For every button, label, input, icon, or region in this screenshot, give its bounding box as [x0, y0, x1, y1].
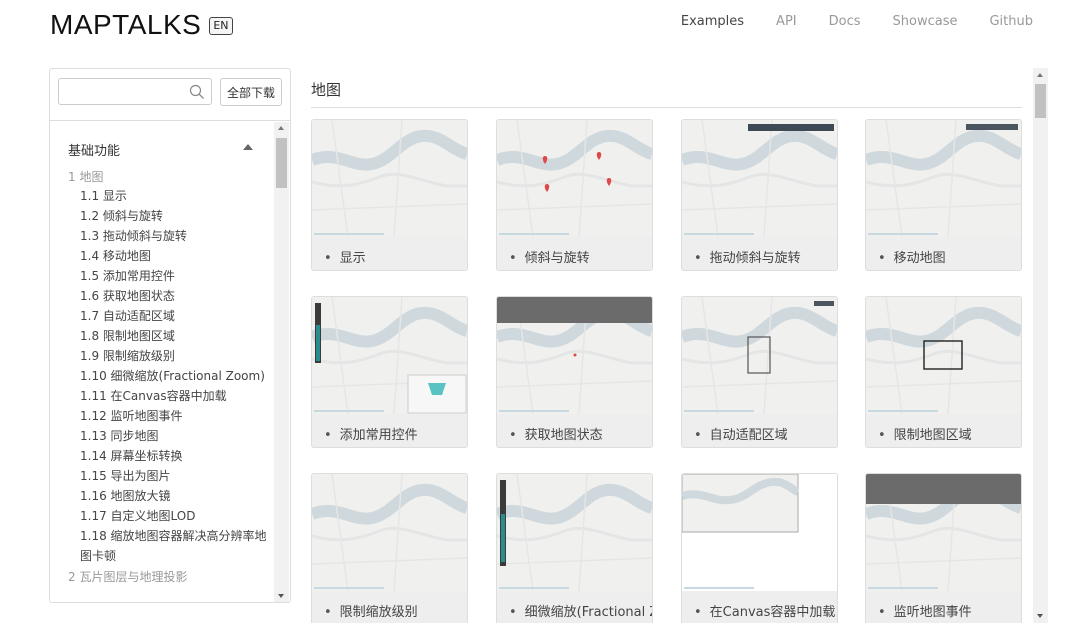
example-label[interactable]: 移动地图: [878, 247, 946, 266]
nav-docs[interactable]: Docs: [829, 14, 861, 30]
example-thumbnail[interactable]: [866, 474, 1021, 591]
map-attribution: [684, 233, 754, 235]
map-attribution: [499, 233, 569, 235]
sidebar-item[interactable]: 1.12 监听地图事件: [80, 406, 270, 426]
example-label[interactable]: 在Canvas容器中加载: [694, 601, 836, 620]
example-label[interactable]: 限制地图区域: [878, 424, 972, 443]
nav-examples[interactable]: Examples: [681, 14, 744, 30]
category-map[interactable]: 1 地图: [68, 168, 103, 185]
example-thumbnail[interactable]: [866, 120, 1021, 237]
search-input[interactable]: [59, 79, 179, 104]
example-card[interactable]: 获取地图状态: [496, 296, 653, 448]
nav-github[interactable]: Github: [989, 14, 1033, 30]
sidebar-item[interactable]: 1.7 自动适配区域: [80, 306, 270, 326]
category-tile-layers[interactable]: 2 瓦片图层与地理投影: [68, 568, 187, 585]
main-scrollbar[interactable]: [1033, 68, 1048, 623]
search-icon[interactable]: [189, 84, 205, 100]
sidebar-scrollbar[interactable]: [274, 122, 289, 602]
map-attribution: [499, 587, 569, 589]
language-toggle[interactable]: EN: [209, 17, 233, 35]
example-label[interactable]: 细微缩放(Fractional Zoom): [509, 601, 652, 620]
scroll-down-icon[interactable]: [278, 594, 284, 598]
example-thumbnail[interactable]: [312, 474, 467, 591]
sidebar-item[interactable]: 1.16 地图放大镜: [80, 486, 270, 506]
example-thumbnail[interactable]: [682, 474, 837, 591]
example-card[interactable]: 限制缩放级别: [311, 473, 468, 623]
map-attribution: [314, 233, 384, 235]
example-card[interactable]: 在Canvas容器中加载: [681, 473, 838, 623]
map-attribution: [868, 233, 938, 235]
sidebar-item[interactable]: 1.10 细微缩放(Fractional Zoom): [80, 366, 270, 386]
example-card[interactable]: 细微缩放(Fractional Zoom): [496, 473, 653, 623]
collapse-icon[interactable]: [243, 144, 253, 150]
example-thumbnail[interactable]: [312, 297, 467, 414]
section-title[interactable]: 基础功能: [68, 140, 120, 159]
sidebar-list: 基础功能 1 地图 1.1 显示 1.2 倾斜与旋转 1.3 拖动倾斜与旋转 1.4 …: [50, 122, 272, 602]
example-card[interactable]: 自动适配区域: [681, 296, 838, 448]
logo[interactable]: MAPTALKS EN: [50, 8, 233, 42]
sidebar-item[interactable]: 1.11 在Canvas容器中加载: [80, 386, 270, 406]
example-thumbnail[interactable]: [682, 120, 837, 237]
example-card[interactable]: 移动地图: [865, 119, 1022, 271]
scroll-down-icon[interactable]: [1037, 614, 1043, 618]
page-title: 地图: [311, 81, 342, 99]
sidebar-item[interactable]: 1.15 导出为图片: [80, 466, 270, 486]
download-all-button[interactable]: 全部下载: [220, 78, 282, 106]
example-label[interactable]: 获取地图状态: [509, 424, 603, 443]
nav-api[interactable]: API: [776, 14, 797, 30]
map-attribution: [868, 410, 938, 412]
example-thumbnail[interactable]: [497, 120, 652, 237]
map-attribution: [314, 410, 384, 412]
example-card[interactable]: 添加常用控件: [311, 296, 468, 448]
example-card[interactable]: 倾斜与旋转: [496, 119, 653, 271]
map-attribution: [684, 410, 754, 412]
map-attribution: [684, 587, 754, 589]
example-label[interactable]: 拖动倾斜与旋转: [694, 247, 801, 266]
example-label[interactable]: 倾斜与旋转: [509, 247, 590, 266]
sidebar: 全部下载 基础功能 1 地图 1.1 显示 1.2 倾斜与旋转 1.3 拖动倾斜与旋…: [49, 68, 291, 603]
sidebar-item[interactable]: 1.18 缩放地图容器解决高分辨率地图卡顿: [80, 526, 270, 566]
example-label[interactable]: 限制缩放级别: [324, 601, 418, 620]
example-label[interactable]: 显示: [324, 247, 366, 266]
top-nav: Examples API Docs Showcase Github: [649, 14, 1033, 30]
sidebar-item[interactable]: 1.8 限制地图区域: [80, 326, 270, 346]
map-attribution: [314, 587, 384, 589]
logo-text: MAPTALKS: [50, 9, 202, 40]
map-attribution: [499, 410, 569, 412]
search-box[interactable]: [58, 78, 212, 105]
example-card[interactable]: 限制地图区域: [865, 296, 1022, 448]
example-thumbnail[interactable]: [312, 120, 467, 237]
example-thumbnail[interactable]: [497, 297, 652, 414]
sidebar-item[interactable]: 1.6 获取地图状态: [80, 286, 270, 306]
example-card[interactable]: 拖动倾斜与旋转: [681, 119, 838, 271]
map-attribution: [868, 587, 938, 589]
sidebar-item[interactable]: 1.14 屏幕坐标转换: [80, 446, 270, 466]
sidebar-item[interactable]: 1.3 拖动倾斜与旋转: [80, 226, 270, 246]
scroll-up-icon[interactable]: [278, 126, 284, 130]
title-divider: [311, 107, 1022, 108]
scroll-up-icon[interactable]: [1037, 73, 1043, 77]
sidebar-item[interactable]: 1.9 限制缩放级别: [80, 346, 270, 366]
sidebar-item[interactable]: 1.5 添加常用控件: [80, 266, 270, 286]
sidebar-item[interactable]: 1.1 显示: [80, 186, 270, 206]
example-thumbnail[interactable]: [497, 474, 652, 591]
scroll-thumb[interactable]: [1035, 84, 1046, 118]
example-thumbnail[interactable]: [682, 297, 837, 414]
example-thumbnail[interactable]: [866, 297, 1021, 414]
sidebar-item[interactable]: 1.2 倾斜与旋转: [80, 206, 270, 226]
example-card[interactable]: 显示: [311, 119, 468, 271]
sidebar-item[interactable]: 1.4 移动地图: [80, 246, 270, 266]
example-label[interactable]: 自动适配区域: [694, 424, 788, 443]
nav-showcase[interactable]: Showcase: [893, 14, 958, 30]
sidebar-item[interactable]: 1.17 自定义地图LOD: [80, 506, 270, 526]
sidebar-toolbar: 全部下载: [50, 69, 290, 121]
example-card[interactable]: 监听地图事件: [865, 473, 1022, 623]
example-label[interactable]: 监听地图事件: [878, 601, 972, 620]
scroll-thumb[interactable]: [276, 138, 287, 188]
example-label[interactable]: 添加常用控件: [324, 424, 418, 443]
sidebar-item[interactable]: 1.13 同步地图: [80, 426, 270, 446]
